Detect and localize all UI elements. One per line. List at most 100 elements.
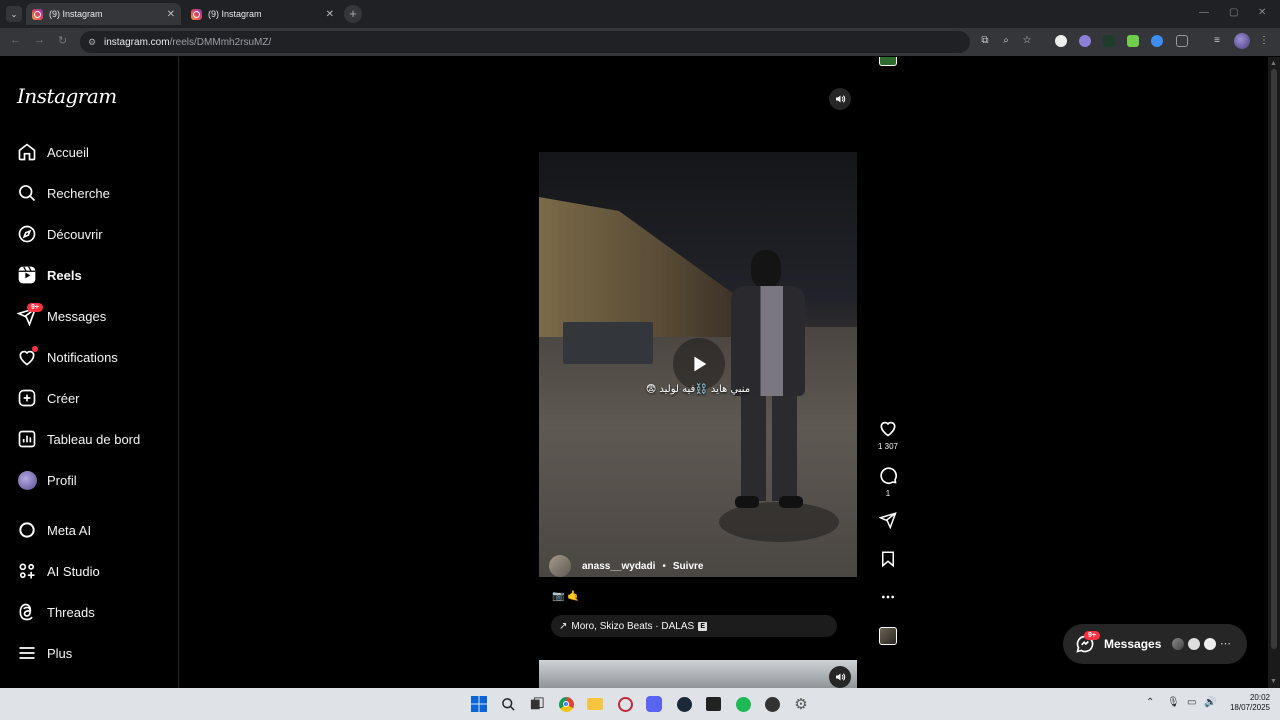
play-button[interactable] <box>673 338 725 390</box>
threads-icon <box>17 602 37 622</box>
extension-icon[interactable] <box>1151 35 1163 47</box>
file-explorer-icon[interactable] <box>586 695 604 713</box>
save-action[interactable] <box>875 550 901 572</box>
scroll-down-arrow-icon[interactable]: ▼ <box>1270 678 1277 685</box>
sidebar-item-threads[interactable]: Threads <box>17 600 95 624</box>
heart-icon <box>17 346 38 367</box>
scroll-up-arrow-icon[interactable]: ▲ <box>1270 60 1277 67</box>
video-frame <box>563 322 653 364</box>
windows-start-icon[interactable] <box>470 695 488 713</box>
microphone-icon[interactable]: 🎙 <box>1167 697 1180 708</box>
like-action[interactable]: 1 307 <box>875 418 901 451</box>
browser-tab-1[interactable]: (9) Instagram ✕ <box>26 3 181 25</box>
follow-button[interactable]: Suivre <box>673 561 704 572</box>
author-avatar[interactable] <box>549 555 571 577</box>
forward-arrow-icon[interactable]: → <box>34 34 45 46</box>
browser-tab-2[interactable]: (9) Instagram ✕ <box>185 3 340 25</box>
previous-audio-thumbnail[interactable] <box>879 57 897 66</box>
comment-action[interactable]: 1 <box>875 465 901 498</box>
sidebar-item-messages[interactable]: 9+ Messages <box>17 303 106 328</box>
install-app-icon[interactable]: ⧉ <box>979 35 991 47</box>
share-action[interactable] <box>875 511 901 533</box>
maximize-icon[interactable]: ▢ <box>1229 7 1238 18</box>
spotify-icon[interactable] <box>734 695 752 713</box>
site-settings-icon[interactable]: ⚙ <box>88 37 98 47</box>
sidebar-item-notifications[interactable]: Notifications <box>17 345 118 369</box>
share-icon[interactable] <box>879 511 897 529</box>
reading-list-icon[interactable]: ≡ <box>1211 35 1223 47</box>
meta-ai-icon <box>17 520 37 540</box>
sidebar-item-ai-studio[interactable]: AI Studio <box>17 559 100 583</box>
sidebar-item-label: Tableau de bord <box>47 431 141 447</box>
tab-search-chevron-icon[interactable]: ⌄ <box>6 6 22 22</box>
sidebar-item-tableau-de-bord[interactable]: Tableau de bord <box>17 427 140 451</box>
clock-date: 18/07/2025 <box>1229 703 1270 712</box>
os-taskbar <box>0 688 1280 720</box>
extension-icon[interactable] <box>1127 35 1139 47</box>
taskbar-search-icon[interactable] <box>499 695 517 713</box>
volume-button[interactable] <box>829 666 851 688</box>
browser-profile-avatar[interactable] <box>1234 33 1250 49</box>
bookmark-icon[interactable] <box>879 550 897 568</box>
minimize-icon[interactable]: — <box>1199 7 1209 18</box>
separator: • <box>662 560 666 572</box>
sidebar-item-creer[interactable]: Créer <box>17 386 80 410</box>
author-username[interactable]: anass__wydadi <box>582 561 655 572</box>
app-icon[interactable] <box>763 695 781 713</box>
browser-menu-icon[interactable]: ⋮ <box>1258 35 1270 47</box>
chrome-icon[interactable] <box>557 695 575 713</box>
extension-icon[interactable] <box>1055 35 1067 47</box>
audio-thumbnail[interactable] <box>879 627 897 645</box>
sidebar-item-label: Créer <box>47 390 80 406</box>
sidebar-item-accueil[interactable]: Accueil <box>17 140 89 164</box>
avatar <box>17 470 37 490</box>
menu-icon <box>17 643 37 663</box>
create-icon <box>17 388 37 408</box>
sidebar-item-recherche[interactable]: Recherche <box>17 181 110 205</box>
sidebar-item-reels[interactable]: Reels <box>17 263 82 287</box>
volume-button[interactable] <box>829 88 851 110</box>
volume-icon[interactable]: 🔊 <box>1204 697 1216 708</box>
address-bar[interactable]: ⚙ instagram.com/reels/DMMmh2rsuMZ/ <box>80 31 970 53</box>
more-icon[interactable] <box>880 589 896 605</box>
new-tab-button[interactable]: + <box>344 5 362 23</box>
more-options-action[interactable] <box>875 589 901 609</box>
sidebar-item-label: Accueil <box>47 144 89 160</box>
tab-close-icon[interactable]: ✕ <box>167 9 175 20</box>
sidebar-item-profil[interactable]: Profil <box>17 468 77 492</box>
explicit-badge: E <box>698 621 708 631</box>
app-icon[interactable] <box>616 695 634 713</box>
back-arrow-icon[interactable]: ← <box>10 34 21 46</box>
reload-icon[interactable]: ↻ <box>58 34 67 47</box>
bookmark-star-icon[interactable]: ☆ <box>1021 35 1033 47</box>
task-view-icon[interactable] <box>528 695 546 713</box>
page-scrollbar[interactable] <box>1268 57 1280 688</box>
sidebar-item-label: Meta AI <box>47 522 92 538</box>
tray-chevron-up-icon[interactable]: ⌃ <box>1146 697 1154 708</box>
audio-link[interactable]: ↗ Moro, Skizo Beats · DALAS E <box>551 615 837 637</box>
extension-icon[interactable] <box>1103 35 1115 47</box>
sidebar-item-plus[interactable]: Plus <box>17 641 72 665</box>
system-clock[interactable]: 20:02 18/07/2025 <box>1222 693 1270 713</box>
sidebar-item-label: Plus <box>47 645 73 661</box>
discord-icon[interactable] <box>645 695 663 713</box>
instagram-logo[interactable]: Instagram <box>17 84 117 108</box>
next-reel-video[interactable] <box>539 660 857 688</box>
tab-close-icon[interactable]: ✕ <box>326 9 334 20</box>
sidebar-item-meta-ai[interactable]: Meta AI <box>17 518 91 542</box>
sidebar-item-decouvrir[interactable]: Découvrir <box>17 222 103 246</box>
app-icon[interactable] <box>704 695 722 713</box>
scrollbar-thumb[interactable] <box>1271 69 1277 649</box>
comment-icon[interactable] <box>878 465 898 485</box>
reel-video[interactable]: منبي هايد ⛓️فيه لوليد 😨 anass__wydadi • … <box>539 152 857 577</box>
network-icon[interactable]: ▭ <box>1187 697 1196 708</box>
extensions-puzzle-icon[interactable] <box>1176 35 1188 47</box>
extension-icon[interactable] <box>1079 35 1091 47</box>
avatar <box>1186 636 1202 652</box>
heart-icon[interactable] <box>878 418 898 438</box>
zoom-icon[interactable]: ⌕ <box>1000 35 1012 47</box>
sidebar-item-label: Threads <box>47 604 95 620</box>
steam-icon[interactable] <box>675 695 693 713</box>
window-close-icon[interactable]: ✕ <box>1258 7 1266 18</box>
settings-gear-icon[interactable]: ⚙ <box>792 695 810 713</box>
